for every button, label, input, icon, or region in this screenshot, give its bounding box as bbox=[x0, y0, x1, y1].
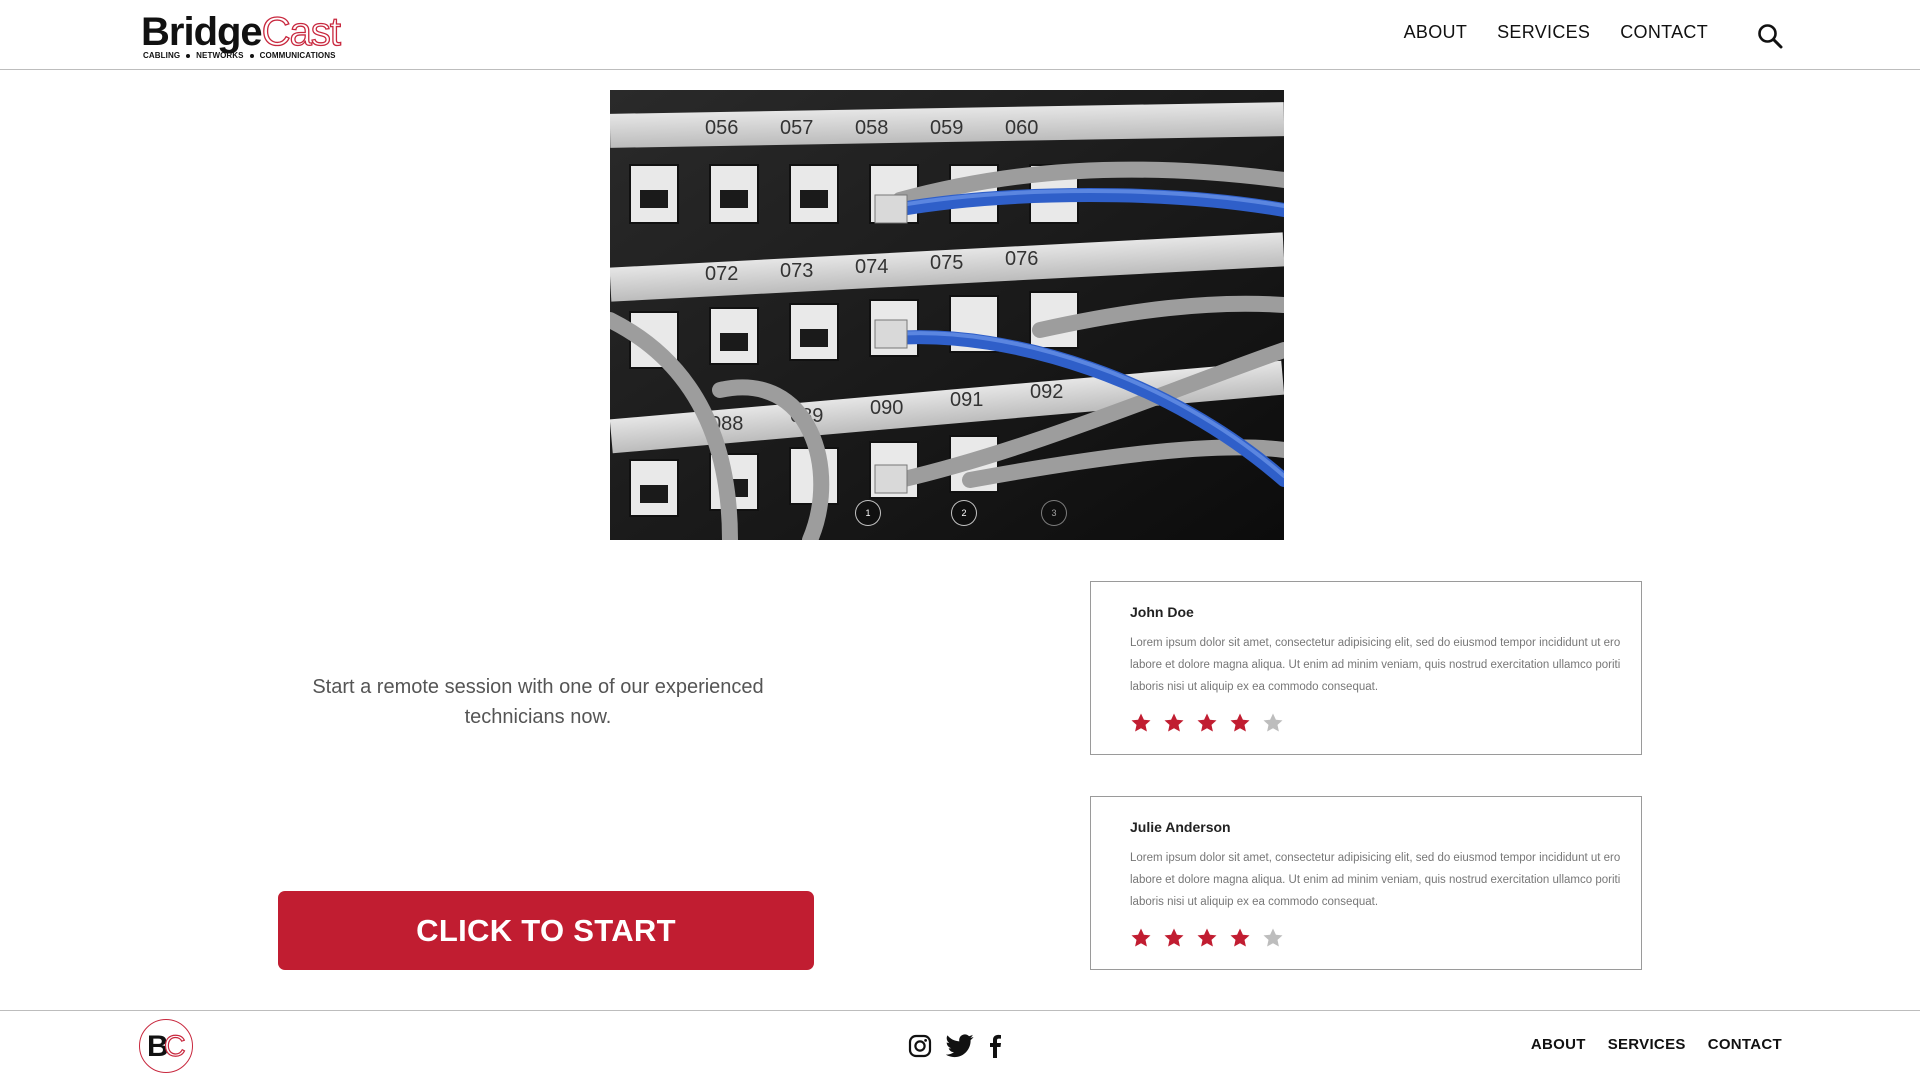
review-card: John Doe Lorem ipsum dolor sit amet, con… bbox=[1090, 581, 1642, 755]
footer-nav-services[interactable]: SERVICES bbox=[1608, 1036, 1686, 1053]
intro-text: Start a remote session with one of our e… bbox=[312, 676, 764, 728]
tagline-communications: COMMUNICATIONS bbox=[259, 51, 336, 60]
star-rating bbox=[1130, 927, 1284, 949]
slider-dots: 1 2 3 bbox=[610, 90, 1284, 540]
search-icon[interactable] bbox=[1756, 22, 1784, 50]
star-filled-icon bbox=[1230, 928, 1250, 947]
top-nav: ABOUT SERVICES CONTACT bbox=[1404, 22, 1708, 43]
star-filled-icon bbox=[1131, 928, 1151, 947]
site-footer: B C ABOUT SERVICES CONTACT bbox=[0, 1010, 1920, 1080]
star-filled-icon bbox=[1131, 713, 1151, 732]
slide-dot-2[interactable]: 2 bbox=[951, 500, 977, 526]
tagline-bullet bbox=[186, 53, 191, 58]
tagline-networks: NETWORKS bbox=[196, 51, 244, 60]
facebook-icon[interactable] bbox=[988, 1034, 1002, 1063]
logo-cast-text: Cast bbox=[261, 10, 342, 54]
star-filled-icon bbox=[1164, 928, 1184, 947]
star-filled-icon bbox=[1197, 713, 1217, 732]
star-filled-icon bbox=[1164, 713, 1184, 732]
star-empty-icon bbox=[1263, 713, 1283, 732]
star-rating bbox=[1130, 712, 1284, 734]
nav-contact[interactable]: CONTACT bbox=[1620, 22, 1708, 43]
click-to-start-button[interactable]: CLICK TO START bbox=[278, 891, 814, 970]
review-text: Lorem ipsum dolor sit amet, consectetur … bbox=[1130, 852, 1621, 908]
star-filled-icon bbox=[1197, 928, 1217, 947]
reviewer-name: John Doe bbox=[1130, 604, 1194, 620]
footer-nav: ABOUT SERVICES CONTACT bbox=[1531, 1036, 1782, 1053]
footer-logo-c: C bbox=[163, 1029, 186, 1063]
footer-nav-about[interactable]: ABOUT bbox=[1531, 1036, 1586, 1053]
reviewer-name: Julie Anderson bbox=[1130, 819, 1231, 835]
footer-logo[interactable]: B C bbox=[139, 1019, 193, 1073]
nav-about[interactable]: ABOUT bbox=[1404, 22, 1468, 43]
star-filled-icon bbox=[1230, 713, 1250, 732]
social-links bbox=[908, 1034, 1002, 1063]
review-text: Lorem ipsum dolor sit amet, consectetur … bbox=[1130, 637, 1621, 693]
twitter-icon[interactable] bbox=[945, 1034, 974, 1063]
star-empty-icon bbox=[1263, 928, 1283, 947]
bridgecast-logo[interactable]: BridgeCast CABLING NETWORKS COMMUNICATIO… bbox=[141, 10, 351, 62]
tagline-cabling: CABLING bbox=[143, 51, 181, 60]
instagram-icon[interactable] bbox=[908, 1034, 932, 1063]
nav-services[interactable]: SERVICES bbox=[1497, 22, 1590, 43]
logo-tagline: CABLING NETWORKS COMMUNICATIONS bbox=[143, 51, 336, 60]
footer-nav-contact[interactable]: CONTACT bbox=[1708, 1036, 1782, 1053]
hero-image-slider: 056 057 058 059 060 072 073 074 075 076 … bbox=[610, 90, 1284, 540]
slide-dot-1[interactable]: 1 bbox=[855, 500, 881, 526]
site-header: BridgeCast CABLING NETWORKS COMMUNICATIO… bbox=[0, 0, 1920, 70]
logo-wordmark: BridgeCast bbox=[141, 10, 351, 54]
review-card: Julie Anderson Lorem ipsum dolor sit ame… bbox=[1090, 796, 1642, 970]
logo-bridge-text: Bridge bbox=[141, 10, 263, 54]
tagline-bullet bbox=[249, 53, 254, 58]
slide-dot-3[interactable]: 3 bbox=[1041, 500, 1067, 526]
